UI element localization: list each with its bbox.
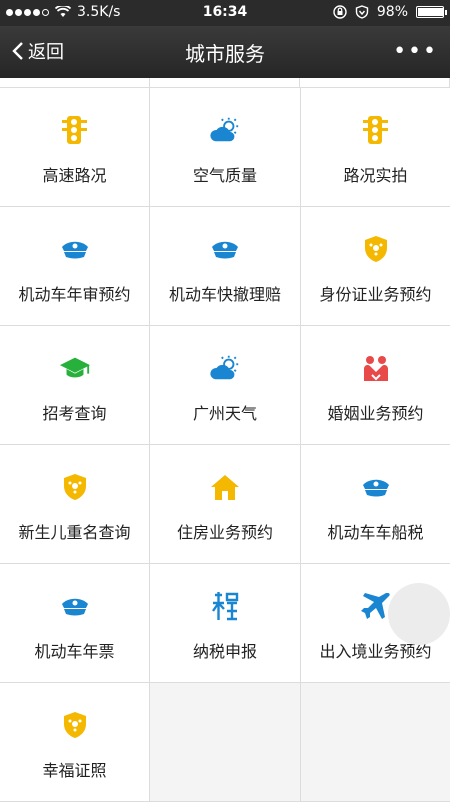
battery-icon <box>416 6 447 18</box>
cloud-sun-icon <box>209 352 241 384</box>
rotation-lock-icon <box>333 5 347 19</box>
service-item[interactable]: 新生儿重名查询 <box>0 445 149 563</box>
status-bar: 3.5K/s 16:34 98% <box>0 0 450 26</box>
nav-bar: 返回 城市服务 ••• <box>0 26 450 78</box>
service-label: 幸福证照 <box>42 761 107 780</box>
police-badge-icon <box>59 709 91 741</box>
police-cap-icon <box>209 233 241 265</box>
traffic-light-icon <box>59 114 91 146</box>
empty-cell <box>301 683 450 801</box>
status-right: 98% <box>333 4 447 20</box>
scroll-top-strip <box>0 78 450 88</box>
empty-cell <box>150 683 300 801</box>
service-label: 高速路况 <box>42 166 107 185</box>
service-label: 新生儿重名查询 <box>18 523 131 542</box>
more-button[interactable]: ••• <box>393 39 438 64</box>
battery-percent: 98% <box>376 4 408 20</box>
house-icon <box>209 471 241 503</box>
traffic-light-icon <box>360 114 392 146</box>
service-label: 身份证业务预约 <box>319 285 432 304</box>
service-label: 空气质量 <box>192 166 257 185</box>
service-label: 住房业务预约 <box>176 523 273 542</box>
service-label: 纳税申报 <box>192 642 257 661</box>
marriage-icon <box>360 352 392 384</box>
service-item[interactable]: 招考查询 <box>0 326 149 444</box>
service-item[interactable]: 广州天气 <box>150 326 300 444</box>
service-item[interactable]: 纳税申报 <box>150 564 300 682</box>
service-item[interactable]: 机动车快撤理赔 <box>150 207 300 325</box>
service-label: 广州天气 <box>192 404 257 423</box>
graduation-cap-icon <box>59 352 91 384</box>
floating-assistive-button[interactable] <box>388 583 450 645</box>
police-cap-icon <box>59 590 91 622</box>
police-cap-icon <box>59 233 91 265</box>
service-label: 机动车快撤理赔 <box>168 285 281 304</box>
service-item[interactable]: 高速路况 <box>0 88 149 206</box>
service-label: 招考查询 <box>42 404 107 423</box>
service-item[interactable]: 空气质量 <box>150 88 300 206</box>
airplane-icon <box>360 590 392 622</box>
police-badge-icon <box>360 233 392 265</box>
service-item[interactable]: 婚姻业务预约 <box>301 326 450 444</box>
tax-icon <box>209 590 241 622</box>
service-label: 机动车年审预约 <box>18 285 131 304</box>
service-label: 机动车车船税 <box>327 523 424 542</box>
service-label: 路况实拍 <box>343 166 408 185</box>
police-cap-icon <box>360 471 392 503</box>
service-grid: 高速路况 空气质量 路况实拍机动车年审预约 机动车快撤理赔 身份证业务预约招考查询 广州天… <box>0 88 450 802</box>
service-item[interactable]: 住房业务预约 <box>150 445 300 563</box>
shield-icon <box>355 5 369 19</box>
service-item[interactable]: 幸福证照 <box>0 683 149 801</box>
service-item[interactable]: 机动车年票 <box>0 564 149 682</box>
service-item[interactable]: 路况实拍 <box>301 88 450 206</box>
service-label: 婚姻业务预约 <box>327 404 424 423</box>
service-item[interactable]: 机动车年审预约 <box>0 207 149 325</box>
police-badge-icon <box>59 471 91 503</box>
page-title: 城市服务 <box>185 42 265 66</box>
service-list: 高速路况 空气质量 路况实拍机动车年审预约 机动车快撤理赔 身份证业务预约招考查询 广州天… <box>0 78 450 802</box>
cloud-sun-icon <box>209 114 241 146</box>
service-label: 机动车年票 <box>34 642 115 661</box>
service-item[interactable]: 身份证业务预约 <box>301 207 450 325</box>
service-item[interactable]: 机动车车船税 <box>301 445 450 563</box>
